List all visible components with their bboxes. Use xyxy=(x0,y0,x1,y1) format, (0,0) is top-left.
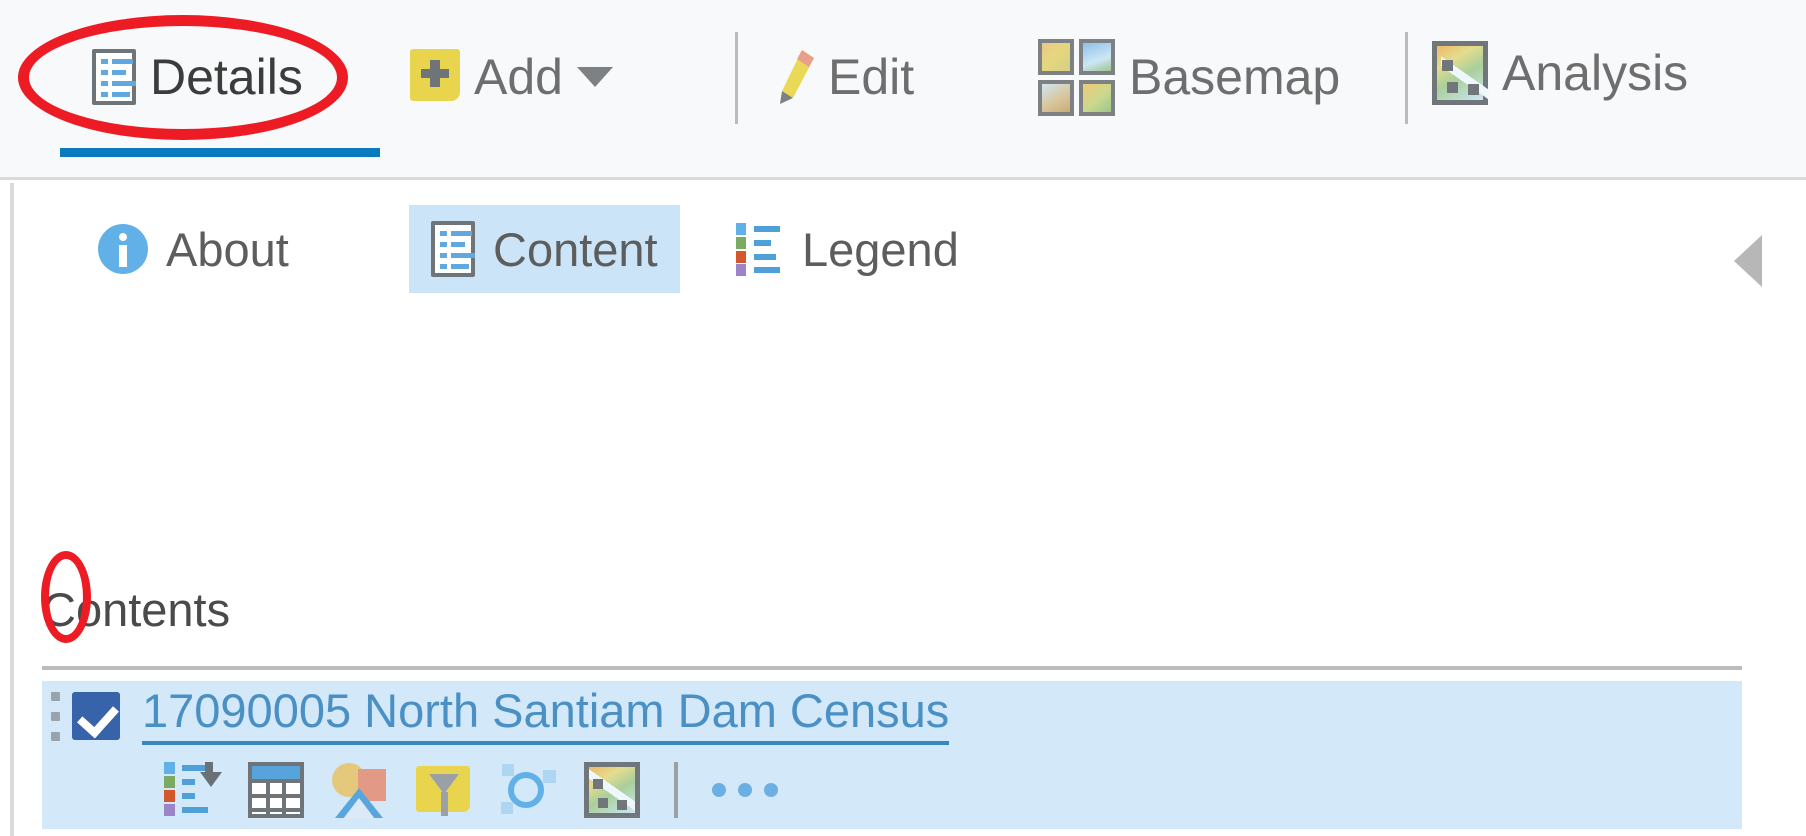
more-options-icon[interactable] xyxy=(712,783,778,797)
contents-heading: Contents xyxy=(42,583,231,636)
drag-handle-icon[interactable] xyxy=(42,688,68,744)
collapse-left-arrow-icon[interactable] xyxy=(1734,235,1762,287)
add-page-icon xyxy=(410,49,460,105)
tab-label-legend: Legend xyxy=(802,222,959,276)
configure-popup-icon[interactable] xyxy=(500,762,556,818)
layer-row-north-santiam[interactable]: 17090005 North Santiam Dam Census xyxy=(42,681,1742,829)
toolbar-button-details[interactable]: Details xyxy=(92,38,303,116)
toolbar-divider-1 xyxy=(735,32,738,124)
pencil-icon xyxy=(780,50,814,104)
toolbar-label-add: Add xyxy=(474,49,563,105)
top-toolbar: Details Add Edit Basemap Analysis xyxy=(0,0,1806,180)
layer-name-link[interactable]: 17090005 North Santiam Dam Census xyxy=(142,687,950,745)
details-active-underline xyxy=(60,148,380,157)
toolbar-label-edit: Edit xyxy=(828,49,915,105)
toolbar-button-analysis[interactable]: Analysis xyxy=(1432,34,1688,112)
layer-visibility-checkbox[interactable] xyxy=(72,692,120,740)
panel-tabs: About Content Legend xyxy=(14,183,1806,315)
tab-about[interactable]: About xyxy=(76,205,311,293)
change-style-icon[interactable] xyxy=(332,762,388,819)
details-panel: About Content Legend Contents 17090005 N… xyxy=(10,183,1806,836)
contents-divider xyxy=(42,666,1742,670)
chevron-down-icon[interactable] xyxy=(576,67,613,87)
content-document-icon xyxy=(431,221,475,277)
basemap-grid-icon xyxy=(1038,38,1115,116)
toolbar-button-edit[interactable]: Edit xyxy=(780,38,914,116)
layer-tool-strip xyxy=(42,751,1742,829)
table-icon[interactable] xyxy=(248,762,304,818)
toolbar-divider-2 xyxy=(1405,32,1408,124)
analysis-map-icon xyxy=(1432,41,1489,105)
perform-analysis-icon[interactable] xyxy=(584,762,640,818)
filter-icon[interactable] xyxy=(416,762,472,818)
toolbar-label-analysis: Analysis xyxy=(1502,45,1689,101)
legend-list-icon xyxy=(736,223,784,276)
toolbar-label-details: Details xyxy=(150,49,303,105)
tab-label-about: About xyxy=(166,222,289,276)
tab-content[interactable]: Content xyxy=(409,205,680,293)
info-circle-icon xyxy=(98,224,148,274)
toolbar-label-basemap: Basemap xyxy=(1129,49,1341,105)
toolbar-button-add[interactable]: Add xyxy=(410,38,613,116)
show-legend-icon[interactable] xyxy=(164,762,222,818)
layer-tool-divider xyxy=(674,762,678,818)
details-icon xyxy=(92,49,136,105)
arcgis-web-map-app: Details Add Edit Basemap Analysis About … xyxy=(0,0,1806,836)
tab-label-content: Content xyxy=(493,222,658,276)
tab-legend[interactable]: Legend xyxy=(714,205,981,293)
layer-header: 17090005 North Santiam Dam Census xyxy=(42,681,1742,751)
toolbar-button-basemap[interactable]: Basemap xyxy=(1038,38,1340,116)
